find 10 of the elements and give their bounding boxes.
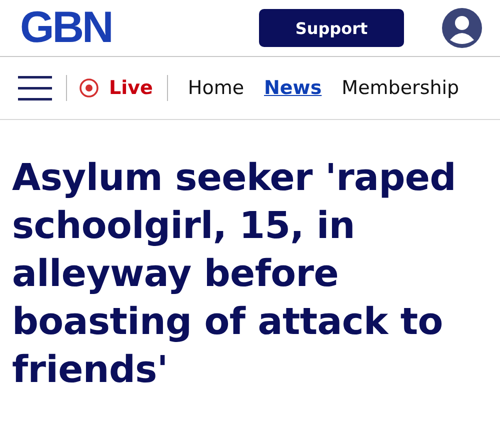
nav-link[interactable]: News [264,77,322,99]
support-button[interactable]: Support [259,9,404,47]
nav-link[interactable]: Membership [342,77,460,99]
menu-icon[interactable] [18,75,52,101]
headline: Asylum seeker 'raped schoolgirl, 15, in alleyway before boasting of attack to friends' [12,155,457,393]
nav-link[interactable]: Home [188,77,244,99]
live-icon [79,78,99,98]
live-link[interactable]: Live [109,77,153,99]
account-icon[interactable] [442,8,482,48]
logo[interactable]: GBN [20,6,112,50]
